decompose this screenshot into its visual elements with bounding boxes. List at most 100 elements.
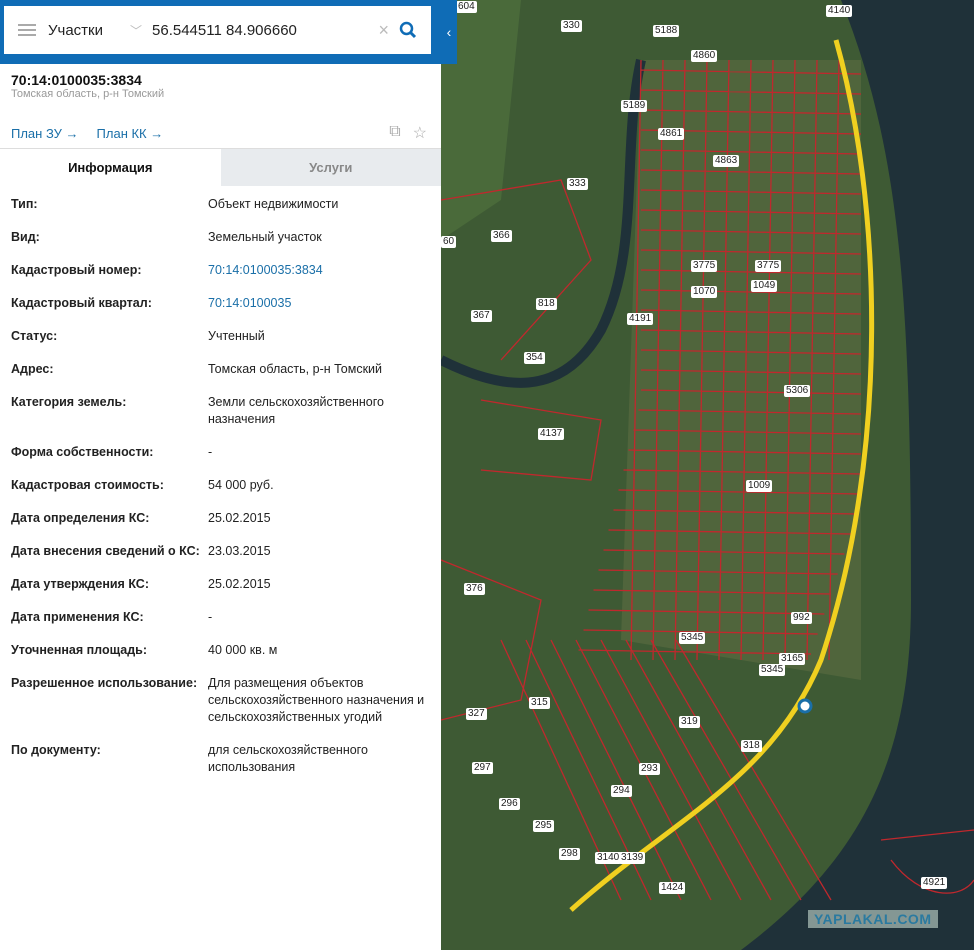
- map-view[interactable]: 330 5188 4860 5189 4861 4863 333 366 3775 3775 107…: [441, 0, 974, 950]
- parcel-label[interactable]: 992: [791, 612, 812, 624]
- info-value: 40 000 кв. м: [208, 643, 278, 657]
- parcel-label[interactable]: 1049: [751, 280, 778, 292]
- info-panel: Участки ﹀ 56.544511 84.906660 × 70:14:01…: [0, 0, 441, 950]
- chevron-down-icon[interactable]: ﹀: [130, 22, 142, 39]
- clear-icon[interactable]: ×: [378, 20, 389, 41]
- info-row: Тип: Объект недвижимости: [0, 196, 441, 229]
- info-row: Разрешенное использование: Для размещения…: [0, 675, 441, 742]
- object-region: Томская область, р-н Томский: [11, 88, 165, 100]
- search-input[interactable]: 56.544511 84.906660: [152, 22, 378, 39]
- info-row: Форма собственности: -: [0, 444, 441, 477]
- parcel-label[interactable]: 5188: [653, 25, 680, 37]
- info-key: Вид:: [11, 230, 40, 244]
- info-key: Адрес:: [11, 362, 54, 376]
- info-value[interactable]: 70:14:0100035: [208, 295, 430, 328]
- info-key: Кадастровый квартал:: [11, 296, 152, 310]
- info-row: Кадастровый квартал: 70:14:0100035: [0, 295, 441, 328]
- parcel-label[interactable]: 366: [491, 230, 512, 242]
- search-on-map-icon[interactable]: ⧉: [389, 123, 400, 143]
- info-row: Категория земель: Земли сельскохозяйствен…: [0, 394, 441, 444]
- info-key: Кадастровый номер:: [11, 263, 142, 277]
- parcel-label[interactable]: 4921: [921, 877, 948, 889]
- parcel-label[interactable]: 4861: [658, 128, 685, 140]
- info-value: для сельскохозяйственного использования: [208, 743, 368, 774]
- plan-zu-link[interactable]: План ЗУ →: [11, 126, 79, 141]
- parcel-label[interactable]: 293: [639, 763, 660, 775]
- parcel-label[interactable]: 318: [741, 740, 762, 752]
- parcel-label[interactable]: 354: [524, 352, 545, 364]
- tab-info[interactable]: Информация: [0, 149, 221, 186]
- parcel-label[interactable]: 5306: [784, 385, 811, 397]
- parcel-label[interactable]: 4860: [691, 50, 718, 62]
- info-row: Дата утверждения КС: 25.02.2015: [0, 576, 441, 609]
- layer-select[interactable]: Участки: [48, 22, 130, 39]
- info-row: Адрес: Томская область, р-н Томский: [0, 361, 441, 394]
- info-key: Дата применения КС:: [11, 610, 144, 624]
- parcel-label[interactable]: 295: [533, 820, 554, 832]
- info-row: Дата определения КС: 25.02.2015: [0, 510, 441, 543]
- parcel-label[interactable]: 5345: [759, 664, 786, 676]
- search-icon[interactable]: [399, 21, 417, 39]
- info-value[interactable]: 70:14:0100035:3834: [208, 262, 430, 295]
- watermark: YAPLAKAL.COM: [808, 910, 938, 928]
- parcel-label[interactable]: 818: [536, 298, 557, 310]
- info-key: Дата утверждения КС:: [11, 577, 149, 591]
- parcel-label[interactable]: 327: [466, 708, 487, 720]
- parcel-label[interactable]: 367: [471, 310, 492, 322]
- star-icon[interactable]: ☆: [413, 123, 427, 143]
- parcel-label[interactable]: 3775: [755, 260, 782, 272]
- info-row: Кадастровый номер: 70:14:0100035:3834: [0, 262, 441, 295]
- info-table: Тип: Объект недвижимости Вид: Земельный уча…: [0, 186, 441, 792]
- parcel-label[interactable]: 604: [456, 1, 477, 13]
- parcel-label[interactable]: 1424: [659, 882, 686, 894]
- parcel-label[interactable]: 60: [441, 236, 457, 248]
- parcel-label[interactable]: 3140: [595, 852, 622, 864]
- parcel-label[interactable]: 298: [559, 848, 580, 860]
- parcel-label[interactable]: 315: [529, 697, 550, 709]
- info-value: Земли сельскохозяйственного назначения: [208, 395, 384, 426]
- parcel-label[interactable]: 4863: [713, 155, 740, 167]
- parcel-label[interactable]: 294: [611, 785, 632, 797]
- search-bar: Участки ﹀ 56.544511 84.906660 ×: [4, 6, 431, 54]
- info-key: Кадастровая стоимость:: [11, 478, 164, 492]
- info-value: 25.02.2015: [208, 511, 271, 525]
- info-row: Дата внесения сведений о КС: 23.03.2015: [0, 543, 441, 576]
- info-row: Уточненная площадь: 40 000 кв. м: [0, 642, 441, 675]
- info-key: Разрешенное использование:: [11, 676, 198, 690]
- parcel-label[interactable]: 4191: [627, 313, 654, 325]
- map-satellite: [441, 0, 974, 950]
- info-key: Дата внесения сведений о КС:: [11, 544, 200, 558]
- info-row: Статус: Учтенный: [0, 328, 441, 361]
- menu-icon[interactable]: [18, 21, 36, 39]
- info-row: Дата применения КС: -: [0, 609, 441, 642]
- parcel-label[interactable]: 4140: [826, 5, 853, 17]
- info-row: По документу: для сельскохозяйственного и…: [0, 742, 441, 792]
- info-key: Статус:: [11, 329, 58, 343]
- parcel-label[interactable]: 3139: [619, 852, 646, 864]
- info-key: По документу:: [11, 743, 101, 757]
- parcel-label[interactable]: 1009: [746, 480, 773, 492]
- parcel-label[interactable]: 333: [567, 178, 588, 190]
- info-value: Земельный участок: [208, 230, 322, 244]
- plan-kk-link[interactable]: План КК →: [97, 126, 164, 141]
- parcel-label[interactable]: 296: [499, 798, 520, 810]
- parcel-label[interactable]: 4137: [538, 428, 565, 440]
- parcel-label[interactable]: 376: [464, 583, 485, 595]
- parcel-label[interactable]: 319: [679, 716, 700, 728]
- collapse-panel-button[interactable]: ‹: [441, 0, 457, 64]
- info-value: 23.03.2015: [208, 544, 271, 558]
- info-key: Дата определения КС:: [11, 511, 150, 525]
- info-row: Кадастровая стоимость: 54 000 руб.: [0, 477, 441, 510]
- parcel-label[interactable]: 3775: [691, 260, 718, 272]
- tab-services[interactable]: Услуги: [220, 149, 441, 186]
- parcel-label[interactable]: 297: [472, 762, 493, 774]
- info-row: Вид: Земельный участок: [0, 229, 441, 262]
- info-value: Учтенный: [208, 329, 265, 343]
- parcel-label[interactable]: 330: [561, 20, 582, 32]
- top-bar: Участки ﹀ 56.544511 84.906660 ×: [0, 0, 441, 64]
- parcel-label[interactable]: 1070: [691, 286, 718, 298]
- info-value: 25.02.2015: [208, 577, 271, 591]
- parcel-label[interactable]: 5345: [679, 632, 706, 644]
- parcel-label[interactable]: 5189: [621, 100, 648, 112]
- info-key: Категория земель:: [11, 395, 127, 409]
